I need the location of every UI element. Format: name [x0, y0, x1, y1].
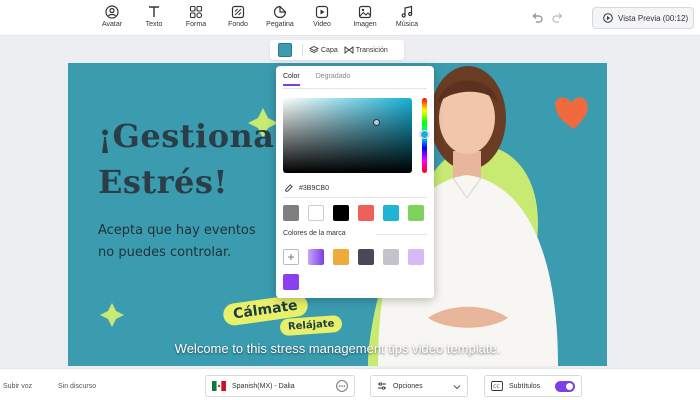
divider — [283, 197, 427, 198]
avatar-icon — [105, 5, 119, 19]
tool-label: Texto — [145, 21, 163, 28]
layers-icon — [309, 45, 319, 54]
layer-button[interactable]: Capa — [309, 45, 338, 55]
redo-icon[interactable] — [551, 11, 565, 25]
tool-background[interactable]: Fondo — [218, 5, 258, 28]
subtitle-caption: Welcome to this stress management tips v… — [174, 341, 501, 356]
tool-video[interactable]: Video — [302, 5, 342, 28]
chevron-down-icon — [453, 385, 461, 390]
swatch-green[interactable] — [408, 205, 424, 221]
sticker-icon — [273, 5, 287, 19]
tab-color[interactable]: Color — [283, 73, 300, 86]
tool-image[interactable]: Imagen — [345, 5, 385, 28]
subtitles-label: Subtítulos — [509, 382, 541, 390]
tool-sticker[interactable]: Pegatina — [260, 5, 300, 28]
options-label: Opciones — [393, 382, 423, 390]
divider — [302, 44, 303, 56]
hue-slider[interactable] — [420, 98, 429, 173]
hex-row: #3B9CB0 — [284, 184, 329, 193]
tool-avatar[interactable]: Avatar — [92, 5, 132, 28]
brand-colors-label: Colores de la marca — [283, 230, 346, 237]
tool-label: Música — [395, 21, 419, 28]
fill-color-button[interactable] — [278, 43, 292, 57]
swatch-cyan[interactable] — [383, 205, 399, 221]
text-icon — [149, 6, 159, 17]
shapes-icon — [189, 5, 203, 19]
tool-label: Video — [313, 21, 331, 28]
swatch-light-gray[interactable] — [383, 249, 399, 265]
transition-label: Transición — [355, 46, 388, 54]
swatch-white[interactable] — [308, 205, 324, 221]
picker-tabs: Color Degradado — [283, 73, 350, 86]
subtitles-control: CC Subtítulos — [484, 375, 582, 397]
divider — [376, 234, 427, 235]
basic-colors — [283, 205, 424, 221]
undo-icon[interactable] — [530, 11, 544, 25]
tool-music[interactable]: Música — [387, 5, 427, 28]
swatch-dark-gray[interactable] — [358, 249, 374, 265]
image-icon — [358, 5, 372, 19]
element-toolbar: Capa Transición — [270, 40, 404, 60]
video-icon — [315, 5, 329, 19]
body-line: no puedes controlar. — [98, 245, 232, 260]
transition-icon — [344, 46, 354, 54]
music-icon — [401, 5, 413, 18]
tool-label: Pegatina — [266, 21, 294, 28]
captions-icon: CC — [491, 381, 503, 391]
subtitles-toggle[interactable] — [555, 381, 575, 392]
sliders-icon — [378, 382, 386, 390]
swatch-black[interactable] — [333, 205, 349, 221]
headline: ¡Gestiona Estrés! — [98, 113, 275, 205]
options-dropdown[interactable]: Opciones — [370, 375, 468, 397]
tool-text[interactable]: Texto — [134, 5, 174, 28]
top-toolbar: Avatar Texto Forma Fondo Pegatina Video … — [0, 0, 700, 36]
color-picker-popup: Color Degradado #3B9CB0 Colores de la ma… — [276, 66, 434, 298]
swatch-gray[interactable] — [283, 205, 299, 221]
tool-label: Fondo — [228, 21, 248, 28]
swatch-lavender[interactable] — [408, 249, 424, 265]
bottom-bar: Subir voz Sin discurso Spanish(MX) - Dal… — [0, 368, 700, 400]
background-icon — [231, 5, 245, 19]
headline-line: ¡Gestiona — [98, 117, 275, 155]
more-icon[interactable] — [336, 380, 348, 392]
headline-line: Estrés! — [98, 163, 228, 201]
preview-button[interactable]: Vista Previa (00:12) — [592, 7, 694, 29]
tool-label: Avatar — [101, 21, 123, 28]
tool-label: Forma — [185, 21, 207, 28]
upload-voice-link[interactable]: Subir voz — [3, 383, 32, 390]
layer-label: Capa — [321, 46, 338, 54]
swatch-orange[interactable] — [333, 249, 349, 265]
color-handle[interactable] — [373, 119, 380, 126]
tool-shape[interactable]: Forma — [176, 5, 216, 28]
no-speech-link[interactable]: Sin discurso — [58, 383, 96, 390]
saturation-value-area[interactable] — [283, 98, 412, 173]
body-line: Acepta que hay eventos — [98, 223, 256, 238]
voice-selector[interactable]: Spanish(MX) - Dalia — [205, 375, 355, 397]
body-text: Acepta que hay eventos no puedes control… — [98, 220, 256, 264]
swatch-purple-gradient[interactable] — [308, 249, 324, 265]
swatch-violet[interactable] — [283, 274, 299, 290]
brand-colors: + — [283, 249, 424, 265]
mexico-flag-icon — [212, 381, 226, 391]
tool-label: Imagen — [353, 21, 377, 28]
voice-label: Spanish(MX) - Dalia — [232, 382, 295, 390]
hex-value[interactable]: #3B9CB0 — [299, 185, 329, 192]
preview-label: Vista Previa (00:12) — [618, 13, 689, 23]
swatch-red[interactable] — [358, 205, 374, 221]
svg-text:CC: CC — [493, 384, 499, 390]
add-brand-color-button[interactable]: + — [283, 249, 299, 265]
brand-colors-row2 — [283, 274, 299, 290]
transition-button[interactable]: Transición — [344, 45, 388, 55]
tab-gradient[interactable]: Degradado — [316, 73, 351, 86]
play-icon — [603, 13, 613, 23]
hue-handle[interactable] — [420, 130, 429, 139]
eyedropper-icon[interactable] — [284, 184, 293, 193]
divider — [283, 88, 427, 89]
